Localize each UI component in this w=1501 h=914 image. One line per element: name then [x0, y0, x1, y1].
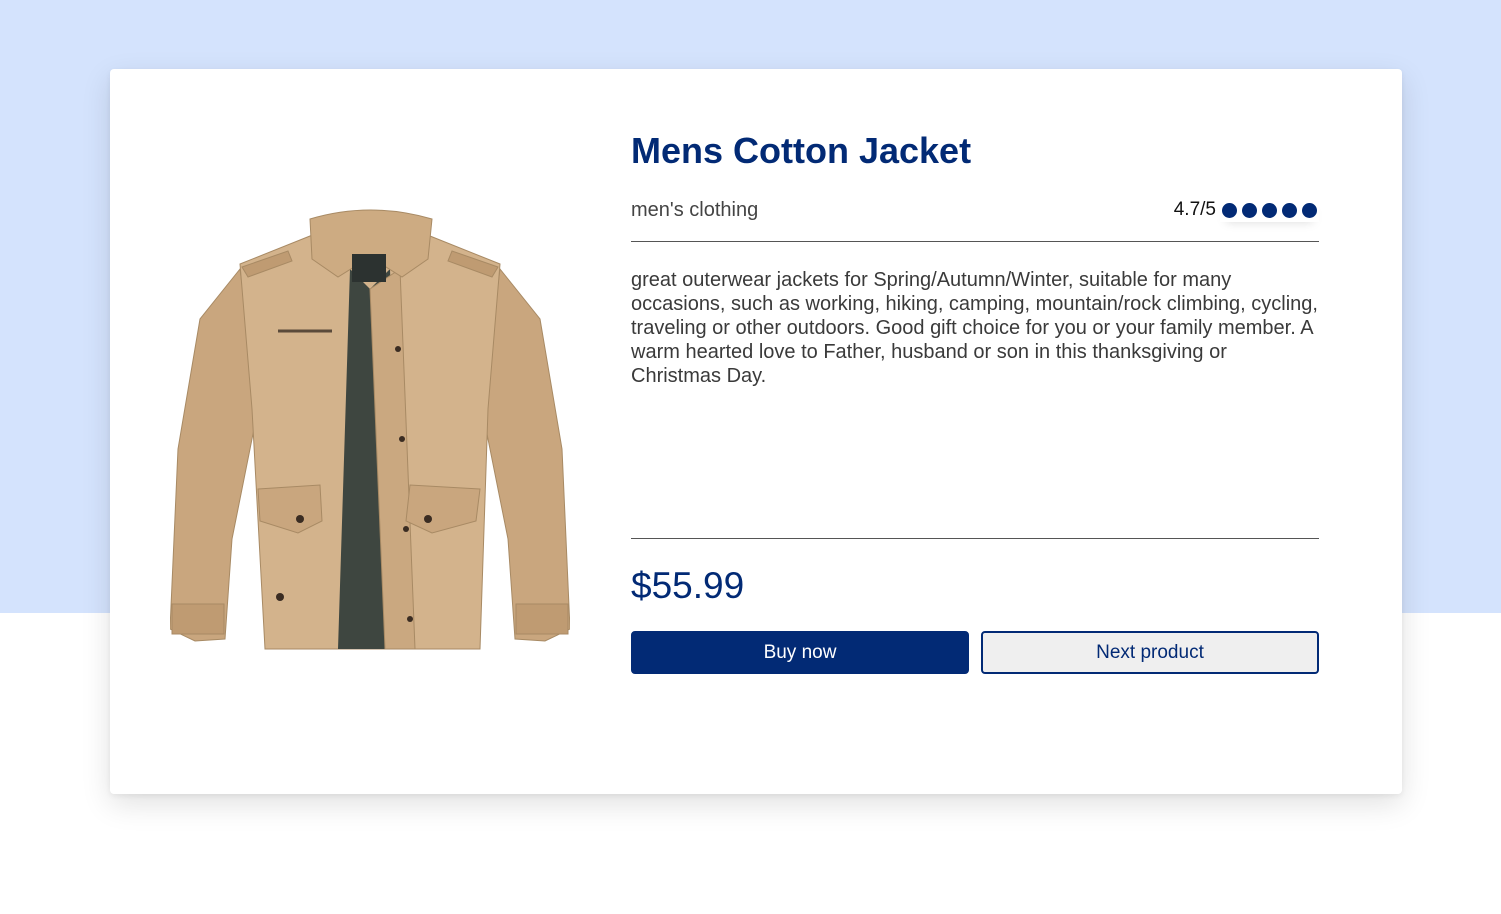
rating-dots: [1220, 199, 1319, 222]
divider: [631, 241, 1319, 242]
product-meta: men's clothing 4.7/5: [631, 195, 1319, 225]
product-card: Mens Cotton Jacket men's clothing 4.7/5 …: [110, 69, 1402, 794]
action-buttons: Buy now Next product: [631, 631, 1319, 674]
product-category: men's clothing: [631, 198, 759, 221]
rating-dot-icon: [1302, 202, 1317, 218]
rating-dot-icon: [1242, 202, 1257, 218]
next-product-button[interactable]: Next product: [981, 631, 1319, 674]
product-info: Mens Cotton Jacket men's clothing 4.7/5 …: [631, 119, 1319, 674]
rating-dot-icon: [1222, 202, 1237, 218]
product-price: $55.99: [631, 565, 745, 606]
divider: [631, 538, 1319, 539]
rating-dot-icon: [1262, 202, 1277, 218]
rating-dot-icon: [1282, 202, 1297, 218]
jacket-image: [170, 209, 570, 650]
product-description: great outerwear jackets for Spring/Autum…: [631, 269, 1318, 387]
buy-now-button[interactable]: Buy now: [631, 631, 969, 674]
rating-text: 4.7/5: [1173, 199, 1216, 220]
product-rating: 4.7/5: [1174, 199, 1319, 222]
product-image: [170, 209, 570, 654]
product-title: Mens Cotton Jacket: [631, 130, 972, 171]
